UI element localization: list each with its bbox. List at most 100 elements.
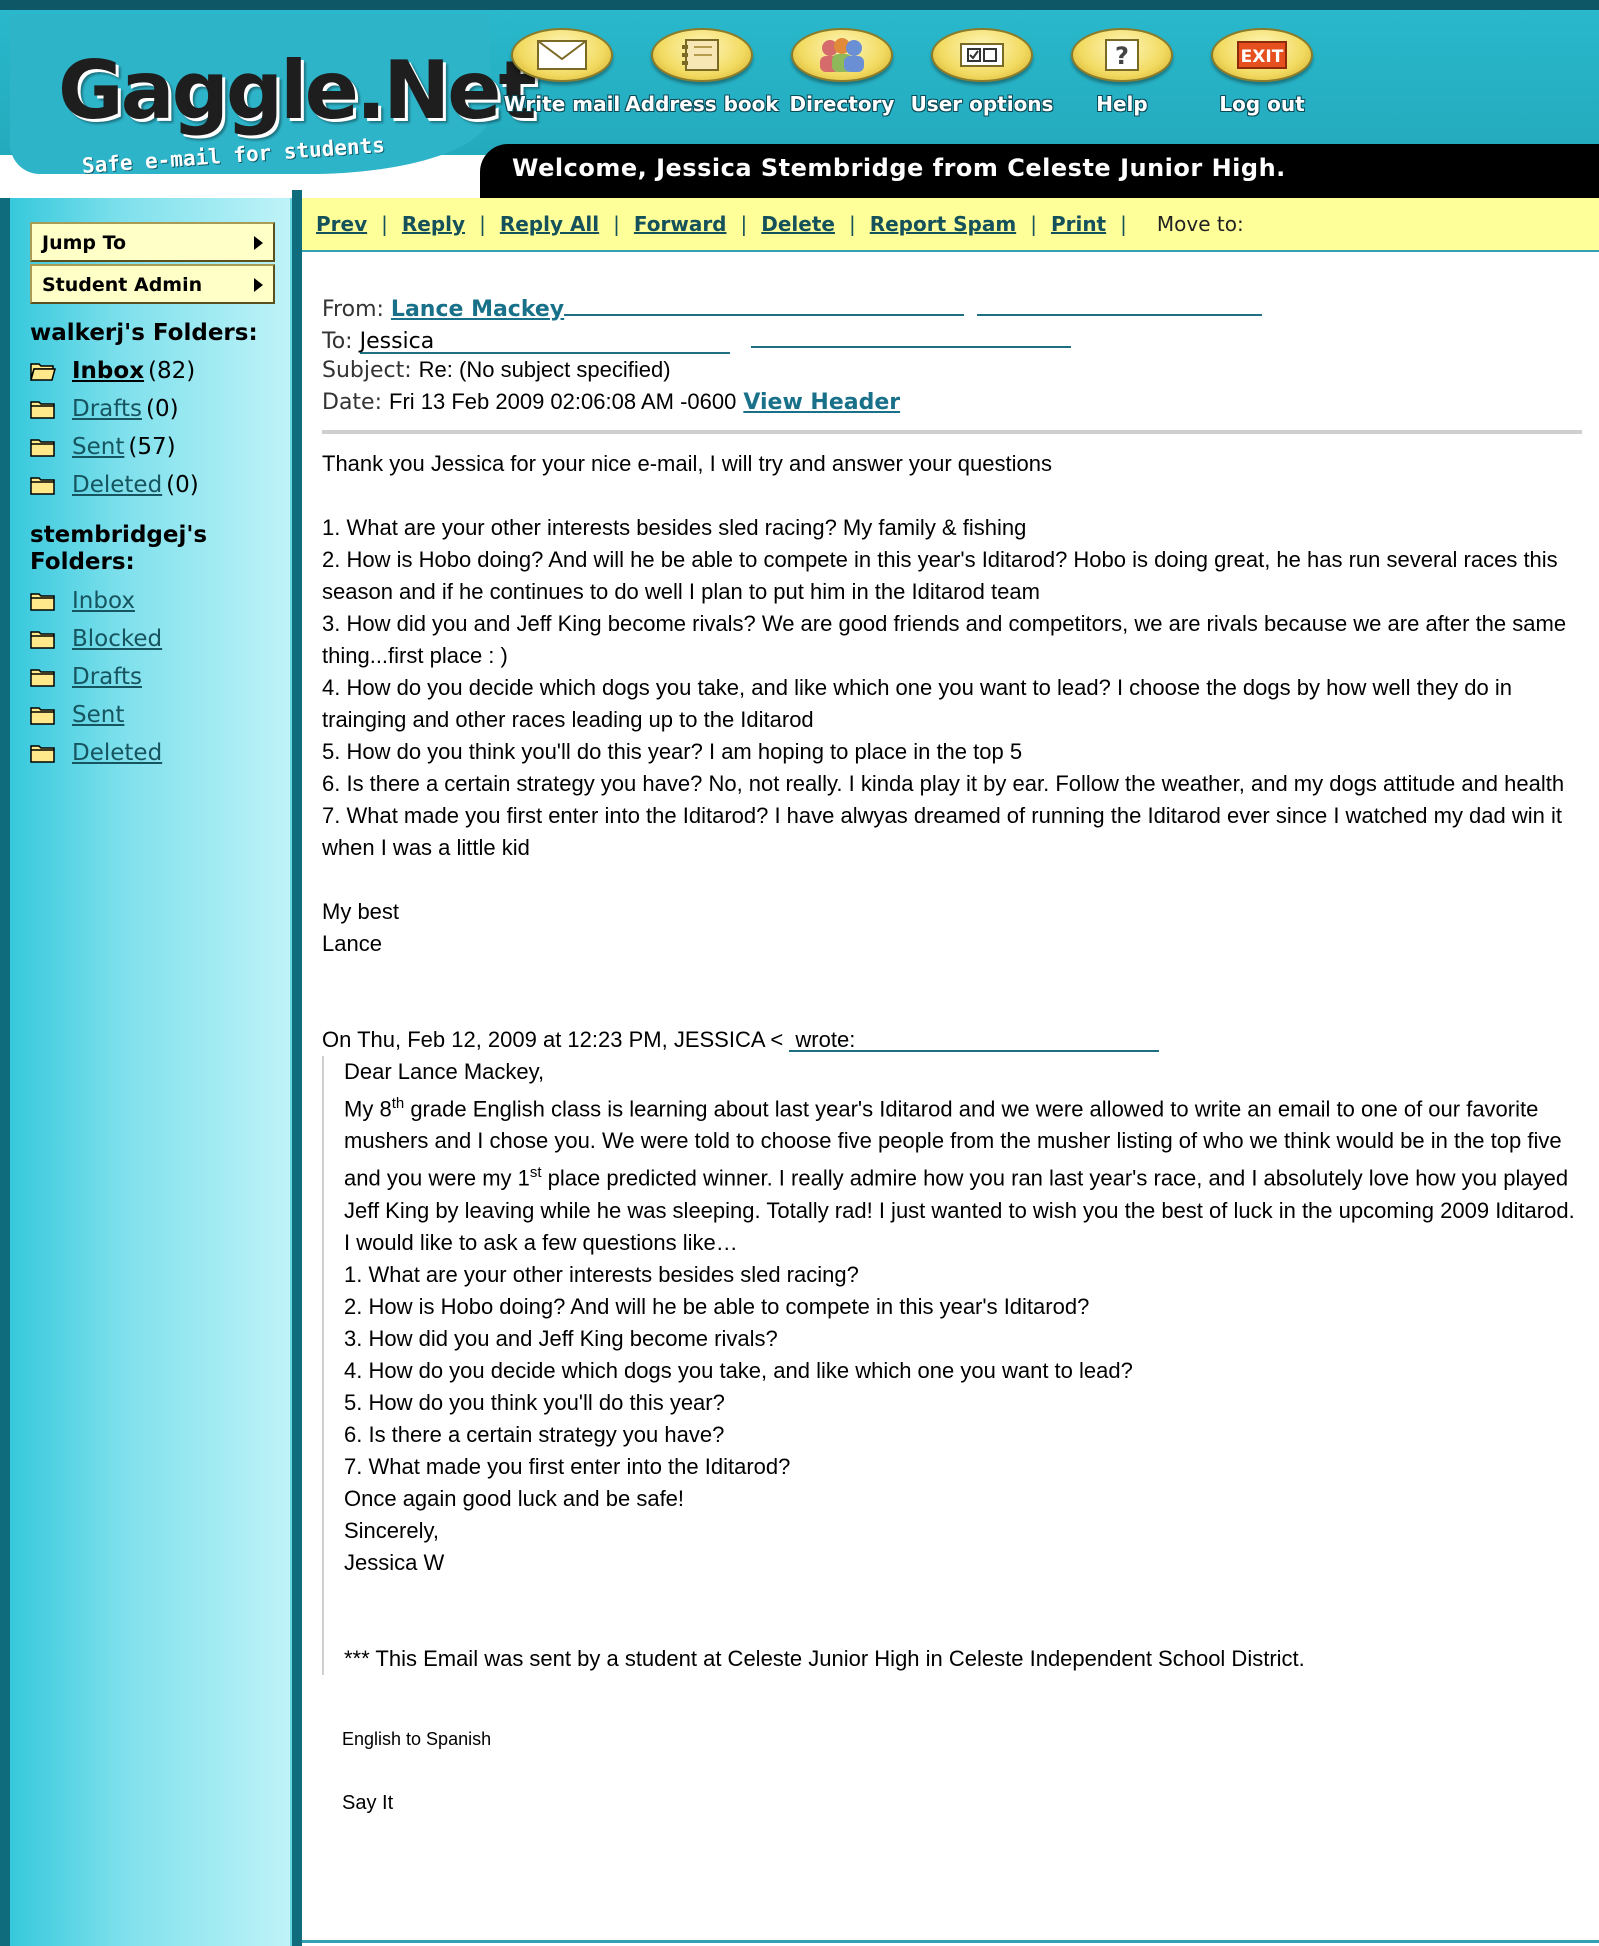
folder-inbox-2-link[interactable]: Inbox [72,588,135,614]
log-out-label: Log out [1219,92,1305,116]
folder-count: (0) [166,472,199,498]
quote-sender-link[interactable]: wrote: [789,1024,1160,1052]
toolbar-separator: | [381,212,388,236]
toolbar-separator: | [740,212,748,236]
options-icon [931,28,1033,82]
folder-drafts-2-link[interactable]: Drafts [72,664,142,690]
folder-icon [30,593,55,611]
folder-deleted[interactable]: Deleted (0) [30,470,199,500]
translate-link[interactable]: English to Spanish [322,1723,1582,1755]
folder-drafts[interactable]: Drafts (0) [30,394,179,424]
quote-intro: On Thu, Feb 12, 2009 at 12:23 PM, JESSIC… [322,1024,1582,1056]
quote-line: 3. How did you and Jeff King become riva… [344,1325,778,1351]
welcome-bar: Welcome, Jessica Stembridge from Celeste… [480,144,1599,198]
envelope-icon [511,28,613,82]
reply-all-link[interactable]: Reply All [500,212,599,236]
help-button[interactable]: ? Help [1052,28,1192,128]
svg-text:?: ? [1115,42,1129,70]
toolbar-separator: | [848,212,856,236]
quote-line: 7. What made you first enter into the Id… [344,1453,791,1479]
superscript: th [391,1095,405,1112]
log-out-button[interactable]: EXIT Log out [1192,28,1332,128]
bottom-rule [302,1940,1599,1943]
body-line: My best [322,899,400,924]
folder-blocked-link[interactable]: Blocked [72,626,162,652]
gaggle-logo: Gaggle.Net [58,44,537,137]
body-line: Lance [322,931,382,956]
quote-greeting: Dear Lance Mackey, [344,1059,545,1084]
from-sender-link[interactable]: Lance Mackey [391,297,564,322]
subject-value: Re: (No subject specified) [418,357,671,382]
from-line: From: Lance Mackey [322,290,1582,322]
to-line: To: Jessica [322,322,1582,354]
body-blank [322,480,1582,512]
welcome-message: Welcome, Jessica Stembridge from Celeste… [512,154,1286,182]
quote-paragraph: My 8th grade English class is learning a… [344,1088,1582,1227]
folder-sent-link[interactable]: Sent [72,434,124,460]
jump-to-menu[interactable]: Jump To [30,222,275,262]
address-book-button[interactable]: Address book [625,28,779,128]
folder-icon [30,669,55,687]
print-link[interactable]: Print [1051,212,1106,236]
quote-line: Jessica W [344,1549,445,1575]
add-recipient-link[interactable] [750,322,1071,348]
exit-icon: EXIT [1211,28,1313,82]
folder-count: (57) [128,434,176,460]
chevron-right-icon [254,236,263,250]
folder-sent-2[interactable]: Sent [30,700,124,730]
subject-label: Subject: [322,358,412,383]
add-contact-link[interactable] [977,290,1263,316]
body-line: 2. How is Hobo doing? And will he be abl… [322,547,1558,604]
folder-inbox[interactable]: Inbox (82) [30,356,195,386]
body-blank [322,992,1582,1024]
subject-line: Subject: Re: (No subject specified) [322,354,1582,386]
folder-inbox-2[interactable]: Inbox [30,586,135,616]
to-recipient[interactable]: Jessica [359,326,730,354]
to-recipient-name: Jessica [359,329,435,354]
folder-drafts-2[interactable]: Drafts [30,662,142,692]
forward-link[interactable]: Forward [634,212,727,236]
quote-intro-link: wrote: [795,1027,856,1052]
address-book-icon [651,28,753,82]
tagline: Safe e-mail for students [81,132,386,178]
body-line: 1. What are your other interests besides… [322,515,1027,540]
message-body: Thank you Jessica for your nice e-mail, … [322,448,1582,1819]
folder-drafts-link[interactable]: Drafts [72,396,142,422]
user-options-button[interactable]: User options [910,28,1054,128]
main-nav: Write mail Address book Directory User o… [492,28,1332,128]
from-label: From: [322,297,384,322]
reply-link[interactable]: Reply [402,212,465,236]
folder-sent-2-link[interactable]: Sent [72,702,124,728]
chevron-right-icon [254,278,263,292]
body-line: 6. Is there a certain strategy you have?… [322,771,1565,796]
folder-inbox-link[interactable]: Inbox [72,358,144,384]
view-header-link[interactable]: View Header [743,390,900,415]
folder-icon [30,477,55,495]
toolbar-separator: | [1120,212,1127,236]
toolbar-separator: | [1030,212,1037,236]
to-label: To: [322,329,353,354]
quote-line: I would like to ask a few questions like… [344,1229,738,1255]
quote-line: 2. How is Hobo doing? And will he be abl… [344,1293,1090,1319]
stembridgej-folders-heading: stembridgej's Folders: [30,522,208,575]
delete-link[interactable]: Delete [761,212,835,236]
folder-deleted-2[interactable]: Deleted [30,738,162,768]
say-it-button[interactable]: Say It [322,1787,1582,1819]
folder-deleted-link[interactable]: Deleted [72,472,162,498]
folder-sent[interactable]: Sent (57) [30,432,176,462]
directory-label: Directory [789,92,895,116]
report-spam-link[interactable]: Report Spam [870,212,1016,236]
prev-link[interactable]: Prev [316,212,367,236]
body-blank [322,960,1582,992]
folder-deleted-2-link[interactable]: Deleted [72,740,162,766]
folder-blocked[interactable]: Blocked [30,624,162,654]
user-options-label: User options [910,92,1054,116]
student-admin-menu[interactable]: Student Admin [30,264,275,304]
sidebar: Jump To Student Admin walkerj's Folders:… [10,198,292,1946]
quote-line: 6. Is there a certain strategy you have? [344,1421,725,1447]
toolbar-separator: | [479,212,486,236]
write-mail-button[interactable]: Write mail [492,28,632,128]
walkerj-folders-heading: walkerj's Folders: [30,320,258,346]
directory-button[interactable]: Directory [772,28,912,128]
